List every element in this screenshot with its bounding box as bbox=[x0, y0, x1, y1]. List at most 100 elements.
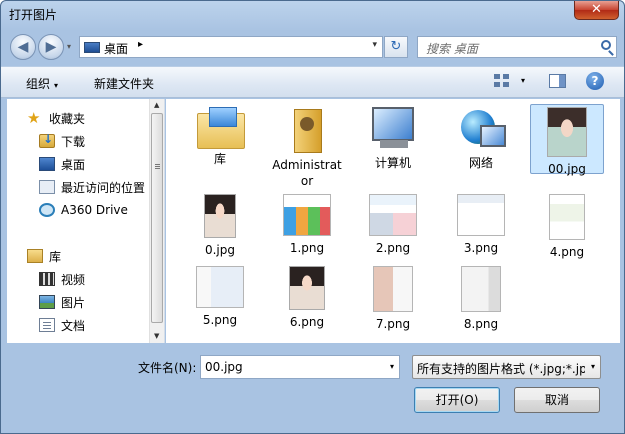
file-item-4-png[interactable]: 4.png bbox=[530, 194, 604, 260]
address-dropdown-icon[interactable]: ▾ bbox=[372, 40, 377, 50]
sidebar-item-label: 最近访问的位置 bbox=[61, 180, 146, 195]
sidebar-item-documents[interactable]: 文档 bbox=[39, 315, 85, 335]
file-name: 7.png bbox=[375, 317, 411, 331]
sidebar-item-videos[interactable]: 视频 bbox=[39, 269, 85, 289]
recent-places-icon bbox=[39, 180, 55, 194]
scroll-up-icon[interactable]: ▲ bbox=[154, 101, 159, 109]
file-name: 1.png bbox=[289, 241, 325, 255]
desktop-icon bbox=[39, 157, 55, 171]
view-options-dropdown-icon[interactable]: ▾ bbox=[521, 76, 525, 85]
file-item-administrator[interactable]: Administrator bbox=[270, 107, 344, 189]
filename-field[interactable]: 00.jpg ▾ bbox=[200, 355, 400, 379]
search-icon[interactable] bbox=[601, 40, 611, 50]
filename-dropdown-icon[interactable]: ▾ bbox=[390, 362, 394, 371]
portrait-thumbnail-icon bbox=[547, 107, 587, 157]
preview-pane-icon[interactable] bbox=[549, 74, 566, 88]
close-button[interactable]: ✕ bbox=[574, 1, 619, 20]
computer-icon bbox=[370, 107, 416, 151]
sidebar-item-label: 下载 bbox=[61, 134, 86, 149]
scroll-down-icon[interactable]: ▼ bbox=[154, 332, 159, 340]
command-toolbar: 组织 ▾ 新建文件夹 ▾ ? bbox=[1, 66, 624, 98]
pictures-icon bbox=[39, 295, 55, 309]
screenshot-thumbnail-icon bbox=[461, 266, 501, 312]
new-folder-button[interactable]: 新建文件夹 bbox=[94, 75, 154, 92]
file-name: 库 bbox=[213, 152, 226, 166]
breadcrumb-separator-icon[interactable]: ▸ bbox=[138, 39, 143, 50]
screenshot-thumbnail-icon bbox=[373, 266, 413, 312]
scrollbar-grip bbox=[155, 164, 160, 170]
portrait-thumbnail-icon bbox=[289, 266, 325, 310]
back-button[interactable]: ◀ bbox=[10, 34, 36, 60]
file-item-8-png[interactable]: 8.png bbox=[444, 266, 518, 332]
caret-down-icon: ▾ bbox=[54, 81, 59, 90]
cancel-button[interactable]: 取消 bbox=[514, 387, 600, 413]
file-name: 6.png bbox=[289, 315, 325, 329]
open-button[interactable]: 打开(O) bbox=[414, 387, 500, 413]
file-name: 2.png bbox=[375, 241, 411, 255]
file-name: 3.png bbox=[463, 241, 499, 255]
open-image-dialog: 打开图片 ✕ ◀ ▶ ▾ 桌面 ▸ ▾ ↻ 搜索 桌面 组织 ▾ 新建文件夹 ▾ … bbox=[0, 0, 625, 434]
filename-label: 文件名(N): bbox=[138, 361, 197, 375]
sidebar-item-label: 图片 bbox=[61, 295, 86, 310]
portrait-thumbnail-icon bbox=[204, 194, 236, 238]
sidebar-item-downloads[interactable]: 下载 bbox=[39, 131, 85, 151]
file-item-5-png[interactable]: 5.png bbox=[183, 266, 257, 328]
organize-label: 组织 bbox=[26, 77, 51, 91]
library-folder-icon bbox=[197, 107, 245, 149]
sidebar-item-desktop[interactable]: 桌面 bbox=[39, 154, 85, 174]
file-item-network[interactable]: 网络 bbox=[444, 107, 518, 171]
screenshot-thumbnail-icon bbox=[196, 266, 244, 308]
sidebar-item-recent-places[interactable]: 最近访问的位置 bbox=[39, 177, 145, 197]
search-box[interactable]: 搜索 桌面 bbox=[417, 36, 617, 58]
filename-value[interactable]: 00.jpg bbox=[205, 360, 243, 374]
file-item-2-png[interactable]: 2.png bbox=[356, 194, 430, 256]
file-name: 5.png bbox=[202, 313, 238, 327]
window-title: 打开图片 bbox=[9, 8, 58, 22]
videos-icon bbox=[39, 272, 55, 286]
sidebar-item-label: 视频 bbox=[61, 272, 86, 287]
forward-button[interactable]: ▶ bbox=[38, 34, 64, 60]
sidebar-item-label: 文档 bbox=[61, 318, 86, 333]
sidebar-item-label: 收藏夹 bbox=[49, 111, 86, 126]
scrollbar-thumb[interactable] bbox=[151, 113, 163, 323]
file-list: 库 Administrator 计算机 网络 00.jpg 0.jpg 1.pn… bbox=[166, 99, 620, 343]
file-item-1-png[interactable]: 1.png bbox=[270, 194, 344, 256]
a360-drive-icon bbox=[39, 203, 55, 217]
sidebar-item-pictures[interactable]: 图片 bbox=[39, 292, 85, 312]
filter-dropdown-icon[interactable]: ▾ bbox=[591, 362, 595, 371]
file-item-library[interactable]: 库 bbox=[183, 107, 257, 167]
desktop-icon bbox=[84, 42, 100, 53]
file-type-filter-select[interactable]: 所有支持的图片格式 (*.jpg;*.jp ▾ bbox=[412, 355, 601, 379]
address-bar[interactable]: 桌面 ▸ ▾ bbox=[79, 36, 383, 58]
favorites-star-icon: ★ bbox=[27, 109, 41, 127]
file-item-00-jpg[interactable]: 00.jpg bbox=[530, 104, 604, 176]
file-type-filter-value: 所有支持的图片格式 (*.jpg;*.jp bbox=[417, 362, 585, 376]
help-icon[interactable]: ? bbox=[586, 72, 604, 90]
sidebar-item-libraries[interactable]: 库 bbox=[27, 246, 61, 266]
recent-locations-dropdown-icon[interactable]: ▾ bbox=[67, 42, 71, 51]
title-bar[interactable]: 打开图片 ✕ bbox=[1, 1, 624, 27]
sidebar-item-a360-drive[interactable]: A360 Drive bbox=[39, 200, 128, 220]
screenshot-thumbnail-icon bbox=[283, 194, 331, 236]
file-name: 00.jpg bbox=[548, 162, 586, 176]
file-name: 0.jpg bbox=[204, 243, 236, 257]
search-placeholder: 搜索 桌面 bbox=[426, 42, 478, 56]
organize-menu-button[interactable]: 组织 ▾ bbox=[26, 75, 58, 92]
file-name: Administrator bbox=[272, 158, 342, 188]
file-item-0-jpg[interactable]: 0.jpg bbox=[183, 194, 257, 258]
file-name: 4.png bbox=[549, 245, 585, 259]
file-item-computer[interactable]: 计算机 bbox=[356, 107, 430, 171]
file-item-7-png[interactable]: 7.png bbox=[356, 266, 430, 332]
change-view-icon[interactable] bbox=[494, 74, 510, 88]
sidebar-item-label: 桌面 bbox=[61, 157, 86, 172]
navigation-pane: ★ 收藏夹 下载 桌面 最近访问的位置 A360 Drive 库 视频 bbox=[7, 99, 165, 343]
sidebar-item-label: A360 Drive bbox=[61, 203, 128, 217]
sidebar-item-favorites[interactable]: ★ 收藏夹 bbox=[27, 108, 85, 128]
refresh-button[interactable]: ↻ bbox=[384, 36, 408, 58]
file-name: 计算机 bbox=[374, 156, 411, 170]
address-location[interactable]: 桌面 bbox=[104, 40, 128, 57]
file-item-3-png[interactable]: 3.png bbox=[444, 194, 518, 256]
sidebar-scrollbar[interactable]: ▲ ▼ bbox=[149, 99, 164, 343]
libraries-icon bbox=[27, 249, 43, 263]
file-item-6-png[interactable]: 6.png bbox=[270, 266, 344, 330]
